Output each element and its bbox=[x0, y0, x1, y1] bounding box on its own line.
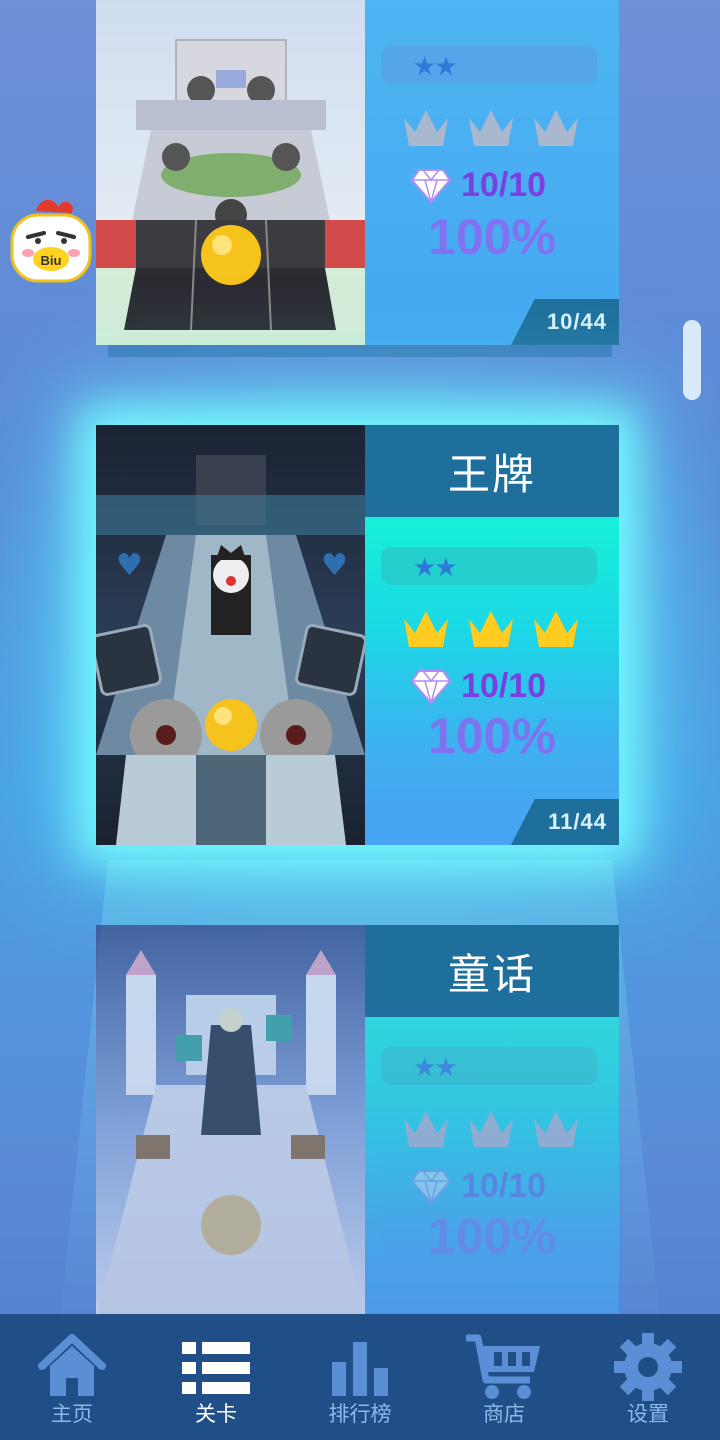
crown-row bbox=[401, 607, 581, 651]
level-title: 童话 bbox=[365, 925, 619, 1017]
difficulty-bar: ★★ bbox=[381, 547, 597, 585]
diamond-icon bbox=[411, 669, 451, 705]
svg-text:♥: ♥ bbox=[321, 548, 348, 583]
diamond-row: 10/10 bbox=[411, 1167, 546, 1206]
diamond-icon bbox=[411, 1169, 451, 1205]
level-card-11[interactable]: ♥ ♥ 王牌 ★★ 10/10 100% 11/44 bbox=[96, 425, 619, 845]
card-shadow bbox=[108, 345, 612, 357]
crown-row bbox=[401, 106, 581, 150]
level-count: 11/44 bbox=[511, 799, 619, 845]
crown-icon bbox=[469, 110, 513, 146]
nav-home[interactable]: 主页 bbox=[0, 1314, 144, 1440]
diamond-count: 10/10 bbox=[461, 1167, 547, 1205]
crown-icon bbox=[404, 611, 448, 647]
scrollbar-thumb[interactable] bbox=[683, 320, 701, 400]
avatar-badge-text: Biu bbox=[41, 253, 62, 268]
crown-icon bbox=[534, 110, 578, 146]
nav-label: 主页 bbox=[51, 1403, 93, 1426]
crown-row bbox=[401, 1107, 581, 1151]
level-info-panel: 王牌 ★★ 10/10 100% 11/44 bbox=[365, 425, 619, 845]
completion-percent: 100% bbox=[428, 209, 556, 265]
difficulty-stars: ★★ bbox=[413, 51, 458, 81]
completion-percent: 100% bbox=[428, 1208, 556, 1264]
level-thumbnail bbox=[96, 0, 365, 345]
crown-icon bbox=[534, 611, 578, 647]
diamond-row: 10/10 bbox=[411, 166, 546, 205]
level-title: 王牌 bbox=[365, 425, 619, 517]
diamond-count: 10/10 bbox=[461, 166, 547, 204]
level-card-10[interactable]: ★★ 10/10 100% 10/44 bbox=[96, 0, 619, 345]
nav-leaderboard[interactable]: 排行榜 bbox=[288, 1314, 432, 1440]
difficulty-bar: ★★ bbox=[381, 46, 597, 84]
difficulty-bar: ★★ bbox=[381, 1047, 597, 1085]
difficulty-stars: ★★ bbox=[413, 1052, 458, 1082]
gear-icon bbox=[614, 1333, 682, 1401]
crown-icon bbox=[404, 110, 448, 146]
floating-avatar[interactable]: Biu bbox=[10, 195, 92, 285]
diamond-count: 10/10 bbox=[461, 667, 547, 705]
nav-label: 关卡 bbox=[195, 1403, 237, 1426]
level-count: 10/44 bbox=[511, 299, 619, 345]
level-info: ★★ 10/10 100% 11/44 bbox=[365, 517, 619, 845]
crown-icon bbox=[404, 1111, 448, 1147]
nav-shop[interactable]: 商店 bbox=[432, 1314, 576, 1440]
nav-label: 设置 bbox=[627, 1403, 669, 1426]
level-info-panel: ★★ 10/10 100% 10/44 bbox=[365, 0, 619, 345]
nav-levels[interactable]: 关卡 bbox=[144, 1314, 288, 1440]
level-card-12[interactable]: 童话 ★★ 10/10 100% bbox=[96, 925, 619, 1320]
crown-icon bbox=[469, 1111, 513, 1147]
bottom-nav: 主页 关卡 排行榜 商店 设置 bbox=[0, 1314, 720, 1440]
nav-label: 商店 bbox=[483, 1403, 525, 1426]
level-info: ★★ 10/10 100% 10/44 bbox=[365, 0, 619, 345]
leaderboard-icon bbox=[332, 1342, 388, 1396]
crown-icon bbox=[469, 611, 513, 647]
level-info: ★★ 10/10 100% bbox=[365, 1017, 619, 1320]
level-thumbnail: ♥ ♥ bbox=[96, 425, 365, 845]
nav-label: 排行榜 bbox=[328, 1403, 392, 1426]
cart-icon bbox=[466, 1334, 540, 1399]
nav-settings[interactable]: 设置 bbox=[576, 1314, 720, 1440]
svg-text:♥: ♥ bbox=[116, 548, 143, 583]
home-icon bbox=[38, 1334, 106, 1396]
completion-percent: 100% bbox=[428, 708, 556, 764]
level-info-panel: 童话 ★★ 10/10 100% bbox=[365, 925, 619, 1320]
level-thumbnail bbox=[96, 925, 365, 1320]
crown-icon bbox=[534, 1111, 578, 1147]
list-icon bbox=[182, 1342, 250, 1394]
diamond-row: 10/10 bbox=[411, 667, 546, 706]
diamond-icon bbox=[411, 168, 451, 204]
difficulty-stars: ★★ bbox=[413, 552, 458, 582]
